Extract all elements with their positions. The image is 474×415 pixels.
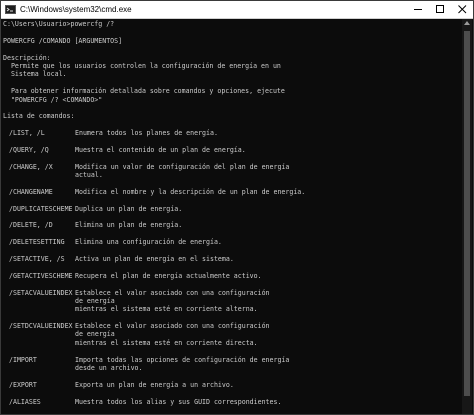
scroll-up-arrow-icon[interactable]	[464, 21, 470, 25]
command-description: Establece el valor asociado con una conf…	[75, 288, 270, 297]
command-name	[3, 171, 75, 179]
command-name: /ALIASES	[9, 397, 41, 406]
command-row: de energía	[3, 297, 461, 305]
command-row: /DUPLICATESCHEME Duplica un plan de energ…	[3, 205, 461, 213]
command-row: /GETACTIVESCHEME Recupera el plan de ener…	[3, 272, 461, 280]
command-row: actual.	[3, 171, 461, 179]
console-output[interactable]: C:\Users\Usuario>powercfg /? POWERCFG /C…	[3, 20, 461, 414]
command-list-header: Lista de comandos:	[3, 112, 75, 121]
command-description: Exporta un plan de energía a un archivo.	[75, 380, 234, 389]
command-row: /QUERY, /Q Muestra el contenido de un pla…	[3, 146, 461, 154]
close-icon[interactable]	[451, 1, 473, 18]
prompt-line: C:\Users\Usuario>powercfg /?	[3, 20, 115, 28]
command-name: /SETACTIVE, /S	[9, 254, 65, 263]
command-name	[3, 364, 75, 372]
command-name	[3, 305, 75, 313]
command-description: Muestra todos los alias y sus GUID corre…	[75, 397, 282, 406]
command-name: /DELETESETTING	[9, 238, 65, 247]
command-row: /IMPORT Importa todas las opciones de con…	[3, 356, 461, 364]
command-description: desde un archivo.	[75, 364, 143, 373]
description-header: Descripción:	[3, 53, 51, 62]
command-description: mientras el sistema esté en corriente di…	[75, 338, 258, 347]
cmd-icon	[5, 5, 16, 14]
command-row: mientras el sistema esté en corriente al…	[3, 305, 461, 313]
window-title: C:\Windows\system32\cmd.exe	[20, 5, 132, 14]
command-row: /CHANGENAME Modifica el nombre y la descr…	[3, 188, 461, 196]
command-name: /IMPORT	[9, 355, 37, 364]
info-text: "POWERCFG /? <COMANDO>"	[3, 95, 103, 104]
command-description: Establece el valor asociado con una conf…	[75, 322, 270, 331]
command-list: /LIST, /L Enumera todos los planes de ene…	[3, 121, 461, 414]
command-description: Importa todas las opciones de configurac…	[75, 355, 290, 364]
command-name: /QUERY, /Q	[9, 145, 49, 154]
command-name: /SETACVALUEINDEX	[9, 288, 73, 297]
command-description: Modifica un valor de configuración del p…	[75, 162, 290, 171]
command-row: /EXPORT Exporta un plan de energía a un a…	[3, 381, 461, 389]
command-row: /SETACVALUEINDEX Establece el valor asoci…	[3, 289, 461, 297]
command-row: /DELETESETTING Elimina una configuración …	[3, 238, 461, 246]
command-description: Elimina un plan de energía.	[75, 221, 183, 230]
minimize-icon[interactable]	[407, 1, 429, 18]
scroll-thumb[interactable]	[464, 31, 470, 396]
command-name: /SETDCVALUEINDEX	[9, 322, 73, 331]
usage-line: POWERCFG /COMANDO [ARGUMENTOS]	[3, 36, 123, 45]
command-name	[3, 339, 75, 347]
command-name: /DELETE, /D	[9, 221, 53, 230]
command-row: /SETDCVALUEINDEX Establece el valor asoci…	[3, 322, 461, 330]
command-description: Modifica el nombre y la descripción de u…	[75, 187, 306, 196]
command-row: /LIST, /L Enumera todos los planes de ene…	[3, 129, 461, 137]
command-name: /EXPORT	[9, 380, 37, 389]
command-description: de energía	[75, 296, 115, 305]
command-row: mientras el sistema esté en corriente di…	[3, 339, 461, 347]
description-text: Sistema local.	[3, 70, 67, 79]
command-description: Duplica un plan de energía.	[75, 204, 183, 213]
cmd-window: C:\Windows\system32\cmd.exe C:\Users\Usu…	[0, 0, 474, 415]
command-row: desde un archivo.	[3, 364, 461, 372]
command-description: Enumera todos los planes de energía.	[75, 129, 218, 138]
command-name: /CHANGENAME	[9, 187, 53, 196]
command-description: Recupera el plan de energía actualmente …	[75, 271, 262, 280]
command-name	[3, 297, 75, 305]
maximize-icon[interactable]	[429, 1, 451, 18]
command-description: mientras el sistema esté en corriente al…	[75, 305, 258, 314]
command-row: /DELETE, /D Elimina un plan de energía.	[3, 221, 461, 229]
command-name: /GETACTIVESCHEME	[9, 271, 73, 280]
command-description: Elimina una configuración de energía.	[75, 238, 222, 247]
command-row: /SETACTIVE, /S Activa un plan de energía …	[3, 255, 461, 263]
command-name: /LIST, /L	[9, 129, 45, 138]
title-bar[interactable]: C:\Windows\system32\cmd.exe	[1, 1, 473, 19]
info-text: Para obtener información detallada sobre…	[3, 87, 285, 96]
description-text: Permite que los usuarios controlen la co…	[3, 61, 281, 70]
command-row: /ALIASES Muestra todos los alias y sus GU…	[3, 398, 461, 406]
command-name: /DUPLICATESCHEME	[9, 204, 73, 213]
command-row: de energía	[3, 330, 461, 338]
command-row: /CHANGE, /X Modifica un valor de configur…	[3, 163, 461, 171]
command-description: actual.	[75, 171, 103, 180]
command-description: Muestra el contenido de un plan de energ…	[75, 145, 246, 154]
command-name: /CHANGE, /X	[9, 162, 53, 171]
vertical-scrollbar[interactable]	[462, 19, 472, 414]
command-name	[3, 330, 75, 338]
command-description: de energía	[75, 330, 115, 339]
command-description: Activa un plan de energía en el sistema.	[75, 254, 234, 263]
